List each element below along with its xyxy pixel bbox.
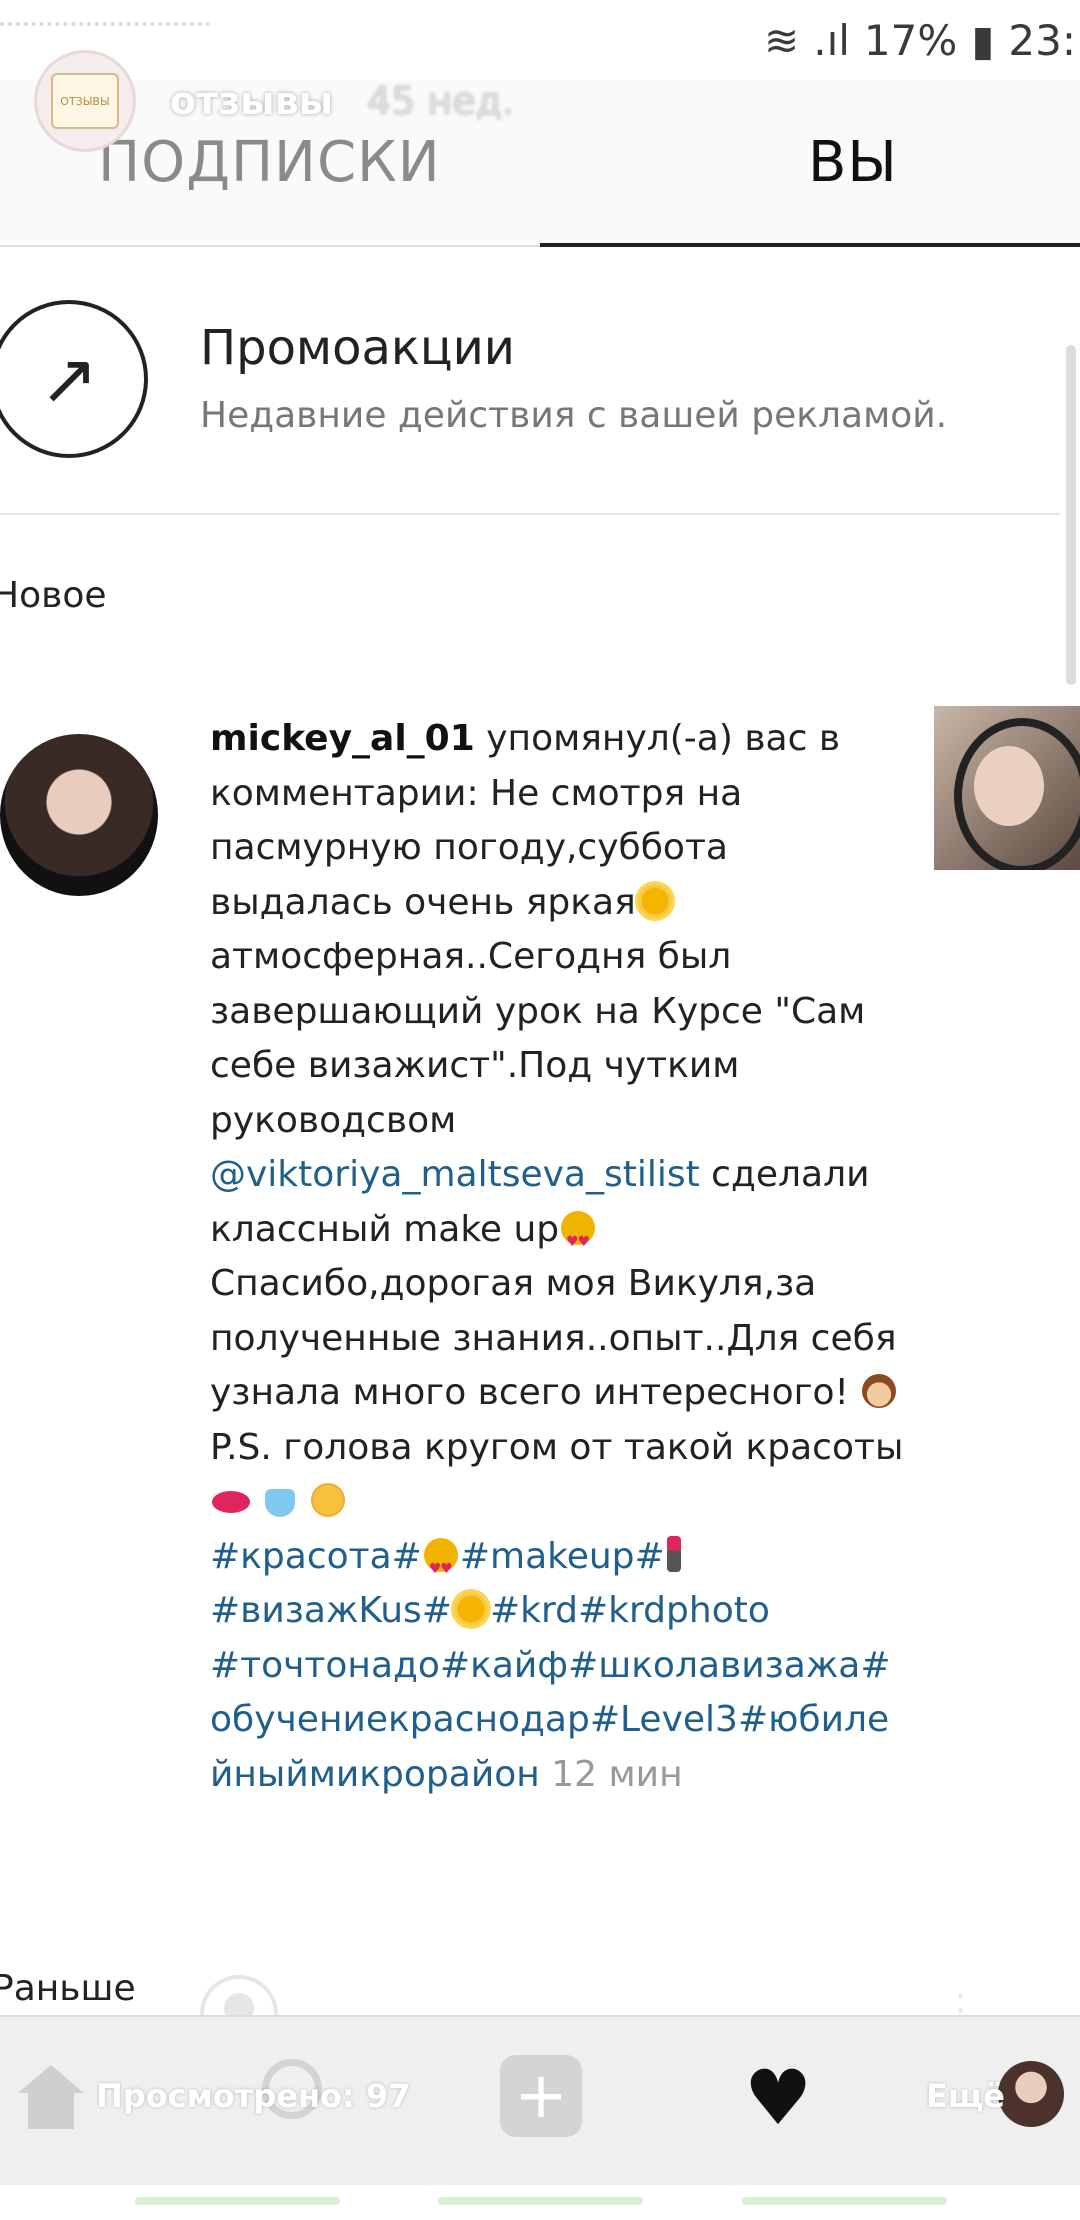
sun-emoji-icon (637, 883, 672, 918)
story-time: 45 нед. (366, 79, 514, 123)
hashtag-beauty[interactable]: #красота# (210, 1536, 422, 1577)
heart-eyes-emoji-icon (423, 1537, 458, 1596)
promotions-title[interactable]: Промоакции (200, 320, 515, 376)
battery-icon: ▮ (971, 15, 995, 65)
nav-bar-segment (742, 2197, 947, 2205)
active-tab-indicator (540, 243, 1080, 247)
thumbnail-face (974, 746, 1044, 826)
nav-bar-segment (135, 2197, 340, 2205)
home-icon[interactable] (18, 2065, 84, 2129)
story-avatar-logo: ОТЗЫВЫ (51, 73, 119, 129)
notification-text[interactable]: mickey_al_01 упомянул(-а) вас в коммента… (210, 712, 910, 1802)
notification-user-avatar[interactable] (0, 734, 158, 896)
scrollbar[interactable] (1066, 345, 1076, 685)
hashtag-makeup[interactable]: #makeup# (460, 1536, 665, 1577)
story-avatar[interactable]: ОТЗЫВЫ (34, 50, 136, 152)
notification-time: 12 мин (539, 1753, 683, 1795)
smile-emoji-icon (310, 1483, 345, 1517)
divider (0, 513, 1060, 515)
kiss-mark-emoji-icon (212, 1491, 250, 1513)
promotions-subtitle: Недавние действия с вашей рекламой. (200, 395, 948, 436)
notification-body-4: Спасибо,дорогая моя Викуля,за полученные… (210, 1263, 908, 1413)
signal-icon: .ıl (813, 15, 850, 65)
hashtag-vizazh[interactable]: #визажKus# (210, 1590, 452, 1631)
wifi-icon: ≋ (764, 15, 800, 65)
story-header: ОТЗЫВЫ отзывы 45 нед. (34, 50, 514, 152)
clock: 23: (1008, 15, 1076, 65)
section-new-heading: Новое (0, 575, 107, 616)
notification-post-thumbnail[interactable] (934, 706, 1080, 870)
notification-username[interactable]: mickey_al_01 (210, 718, 475, 759)
notification-body-2: атмосферная..Сегодня был завершающий уро… (210, 936, 877, 1141)
profile-avatar[interactable] (998, 2061, 1064, 2127)
nav-bar-segment (438, 2197, 643, 2205)
lipstick-emoji-icon (666, 1535, 681, 1572)
story-views-count[interactable]: Просмотрено: 97 (96, 2077, 411, 2115)
system-nav-bars (0, 2185, 1080, 2220)
battery-percent: 17% (863, 15, 958, 65)
heart-icon[interactable]: ♥ (744, 2053, 812, 2142)
eye-icon[interactable] (200, 1975, 278, 2023)
story-more-button[interactable]: Ещё (926, 2077, 1005, 2115)
promotions-arrow-icon[interactable]: ↗ (0, 300, 148, 458)
heart-eyes-emoji-icon (561, 1210, 596, 1269)
woman-emoji-icon (862, 1374, 897, 1408)
gem-emoji-icon (265, 1489, 296, 1517)
bottom-navigation: + ♥ Просмотрено: 97 Ещё (0, 2015, 1080, 2187)
notification-mention-link[interactable]: @viktoriya_maltseva_stilist (210, 1154, 700, 1195)
notification-body-5: P.S. голова кругом от такой красоты (210, 1426, 904, 1468)
section-earlier-heading: Раньше (0, 1968, 136, 2009)
sun-emoji-icon (453, 1592, 488, 1626)
story-progress-bar (0, 22, 210, 30)
add-post-icon[interactable]: + (500, 2055, 582, 2137)
tab-you[interactable]: ВЫ (808, 130, 898, 195)
story-account-name[interactable]: отзывы (170, 79, 333, 123)
status-bar: ≋ .ıl 17% ▮ 23: (764, 0, 1080, 80)
